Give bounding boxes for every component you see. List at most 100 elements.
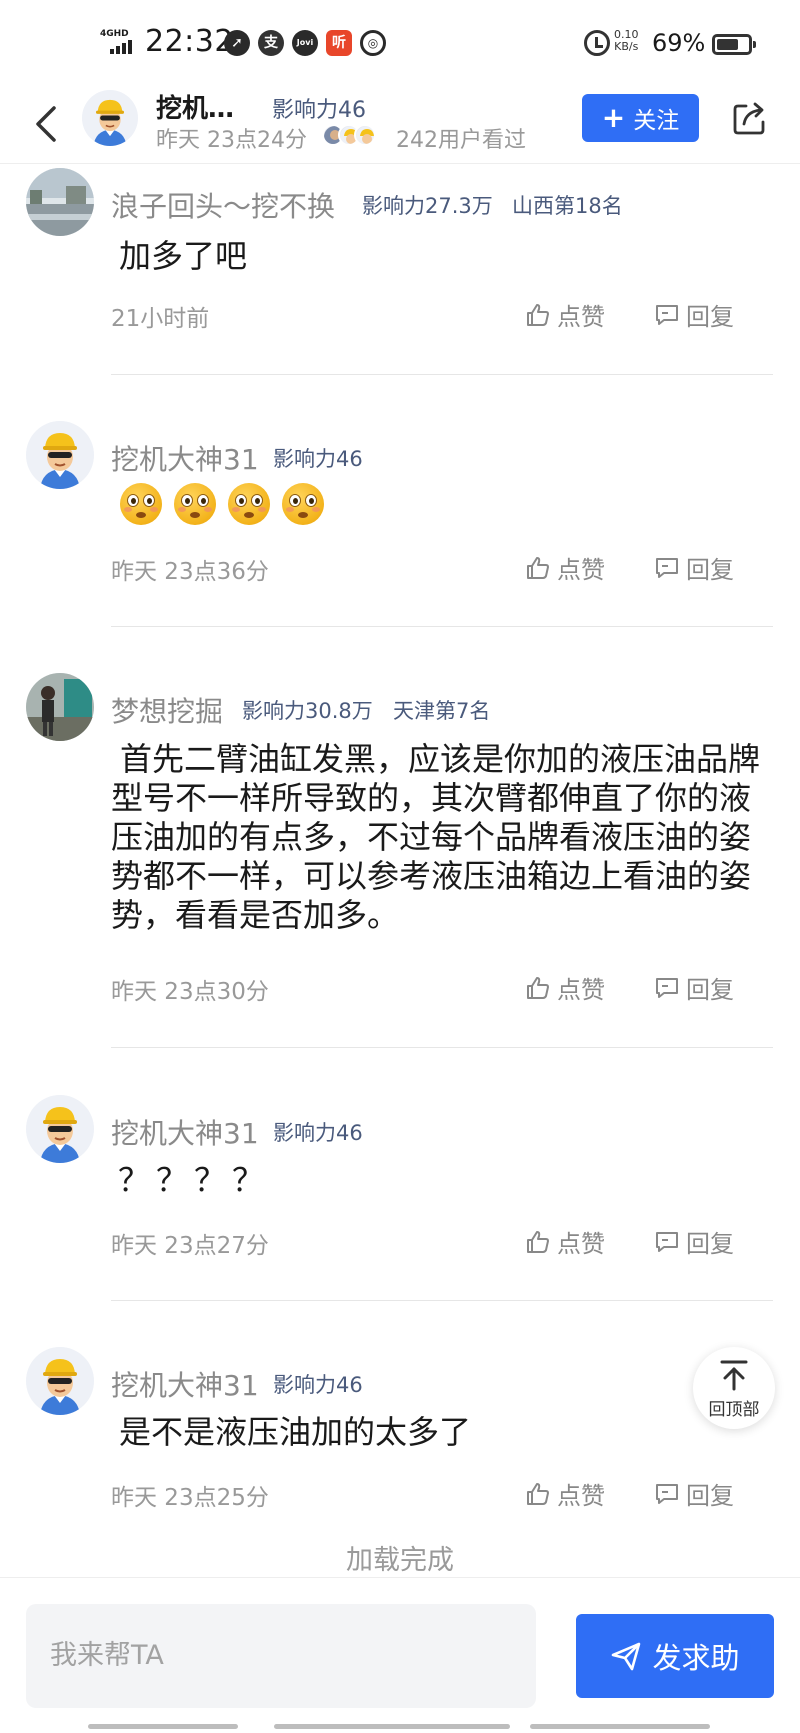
commenter-influence: 影响力30.8万 (242, 699, 373, 723)
reply-button[interactable]: 回复 (654, 970, 734, 1005)
like-label: 点赞 (557, 976, 605, 1004)
signal-icon: 4GHD (100, 30, 138, 56)
author-name[interactable]: 挖机… (156, 88, 234, 125)
status-bar: 4GHD 22:32 ➚ 支 Jovi 听 ◎ 0.10 KB/s 69% (0, 0, 800, 84)
comment-text: 首先二臂油缸发黑，应该是你加的液压油品牌型号不一样所导致的，其次臂都伸直了你的液… (111, 740, 761, 934)
comment-bubble-icon (656, 977, 678, 998)
commenter-avatar[interactable] (26, 421, 94, 489)
comment-emojis (120, 483, 780, 525)
reply-button[interactable]: 回复 (654, 297, 734, 332)
reply-button[interactable]: 回复 (654, 1224, 734, 1259)
thumbs-up-icon (527, 556, 549, 579)
reply-button[interactable]: 回复 (654, 1476, 734, 1511)
battery-percent: 69% (652, 29, 706, 57)
comment-divider (111, 1300, 773, 1301)
commenter-influence: 影响力46 (273, 1121, 363, 1145)
viewer-avatar (354, 124, 376, 146)
comment-divider (111, 1047, 773, 1048)
comment-time: 昨天 23点30分 (111, 979, 269, 1005)
comment-time: 昨天 23点25分 (111, 1485, 269, 1511)
comment-time: 21小时前 (111, 306, 210, 332)
flushed-face-emoji (174, 483, 216, 525)
reply-label: 回复 (686, 1482, 734, 1510)
like-button[interactable]: 点赞 (525, 1476, 605, 1511)
commenter-avatar[interactable] (26, 673, 94, 741)
post-time: 昨天 23点24分 (156, 128, 307, 153)
help-input[interactable]: 我来帮TA (26, 1604, 536, 1708)
back-to-top-button[interactable]: 回顶部 (693, 1347, 775, 1429)
commenter-avatar[interactable] (26, 1095, 94, 1163)
thumbs-up-icon (527, 1230, 549, 1253)
post-comments-screen: 4GHD 22:32 ➚ 支 Jovi 听 ◎ 0.10 KB/s 69% 挖机… (0, 0, 800, 1733)
commenter-influence: 影响力46 (273, 1373, 363, 1397)
speedometer-icon: ➚ (224, 30, 250, 56)
commenter-influence: 影响力46 (273, 447, 363, 471)
jovi-icon: Jovi (292, 30, 318, 56)
commenter-name[interactable]: 挖机大神31 (111, 1112, 259, 1152)
comment-item: 挖机大神31 影响力46 ？？？？ 昨天 23点27分 点赞 回复 (0, 1092, 800, 1302)
arrow-up-icon (720, 1360, 748, 1391)
like-button[interactable]: 点赞 (525, 1224, 605, 1259)
comment-bubble-icon (656, 1483, 678, 1504)
reply-label: 回复 (686, 1230, 734, 1258)
ting-icon: 听 (326, 30, 352, 56)
comment-text: 加多了吧 (119, 237, 248, 275)
commenter-avatar[interactable] (26, 168, 94, 236)
like-button[interactable]: 点赞 (525, 970, 605, 1005)
follow-button[interactable]: + 关注 (582, 94, 699, 142)
flushed-face-emoji (282, 483, 324, 525)
plus-icon: + (601, 101, 626, 134)
network-type: 4GHD (100, 29, 129, 39)
net-speed: 0.10 KB/s (614, 28, 639, 53)
reply-label: 回复 (686, 303, 734, 331)
author-avatar[interactable] (82, 90, 138, 146)
send-help-button[interactable]: 发求助 (576, 1614, 774, 1698)
netease-music-icon: ◎ (360, 30, 386, 56)
comment-bubble-icon (656, 557, 678, 578)
comment-divider (111, 374, 773, 375)
comment-text: ？？？？ (118, 1161, 271, 1199)
comment-time: 昨天 23点36分 (111, 559, 269, 585)
commenter-influence: 影响力27.3万 (362, 194, 493, 218)
thumbs-up-icon (527, 303, 549, 326)
comment-time: 昨天 23点27分 (111, 1233, 269, 1259)
thumbs-up-icon (527, 976, 549, 999)
viewer-avatars (322, 124, 376, 146)
flushed-face-emoji (120, 483, 162, 525)
like-label: 点赞 (557, 303, 605, 331)
comment-bubble-icon (656, 304, 678, 325)
comment-text: 是不是液压油加的太多了 (119, 1413, 472, 1451)
post-header: 挖机… 影响力46 昨天 23点24分 242用户看过 + 关注 (0, 84, 800, 164)
follow-label: 关注 (633, 108, 680, 134)
nav-gesture-bar (530, 1724, 710, 1729)
comment-item: 挖机大神31 影响力46 昨天 23点36分 点赞 回复 (0, 418, 800, 628)
comment-divider (111, 626, 773, 627)
reply-label: 回复 (686, 976, 734, 1004)
alipay-icon: 支 (258, 30, 284, 56)
back-arrow-icon[interactable] (30, 102, 64, 146)
commenter-name[interactable]: 挖机大神31 (111, 438, 259, 478)
like-label: 点赞 (557, 556, 605, 584)
like-label: 点赞 (557, 1482, 605, 1510)
commenter-rank: 山西第18名 (512, 194, 623, 218)
clock: 22:32 (145, 24, 234, 59)
reply-button[interactable]: 回复 (654, 550, 734, 585)
bottom-input-bar: 我来帮TA 发求助 (0, 1577, 800, 1733)
reply-label: 回复 (686, 556, 734, 584)
send-help-label: 发求助 (652, 1641, 740, 1675)
battery-icon (712, 34, 756, 55)
commenter-name[interactable]: 梦想挖掘 (111, 690, 223, 730)
nav-gesture-bar (88, 1724, 238, 1729)
alarm-icon (584, 30, 610, 56)
comment-item: 梦想挖掘 影响力30.8万 天津第7名 首先二臂油缸发黑，应该是你加的液压油品牌… (0, 670, 800, 1050)
author-influence: 影响力46 (272, 98, 366, 123)
like-button[interactable]: 点赞 (525, 297, 605, 332)
commenter-avatar[interactable] (26, 1347, 94, 1415)
flushed-face-emoji (228, 483, 270, 525)
thumbs-up-icon (527, 1482, 549, 1505)
share-icon[interactable] (730, 98, 770, 138)
load-status: 加载完成 (346, 1545, 454, 1576)
commenter-name[interactable]: 浪子回头～挖不换 (111, 185, 335, 225)
commenter-name[interactable]: 挖机大神31 (111, 1364, 259, 1404)
like-button[interactable]: 点赞 (525, 550, 605, 585)
